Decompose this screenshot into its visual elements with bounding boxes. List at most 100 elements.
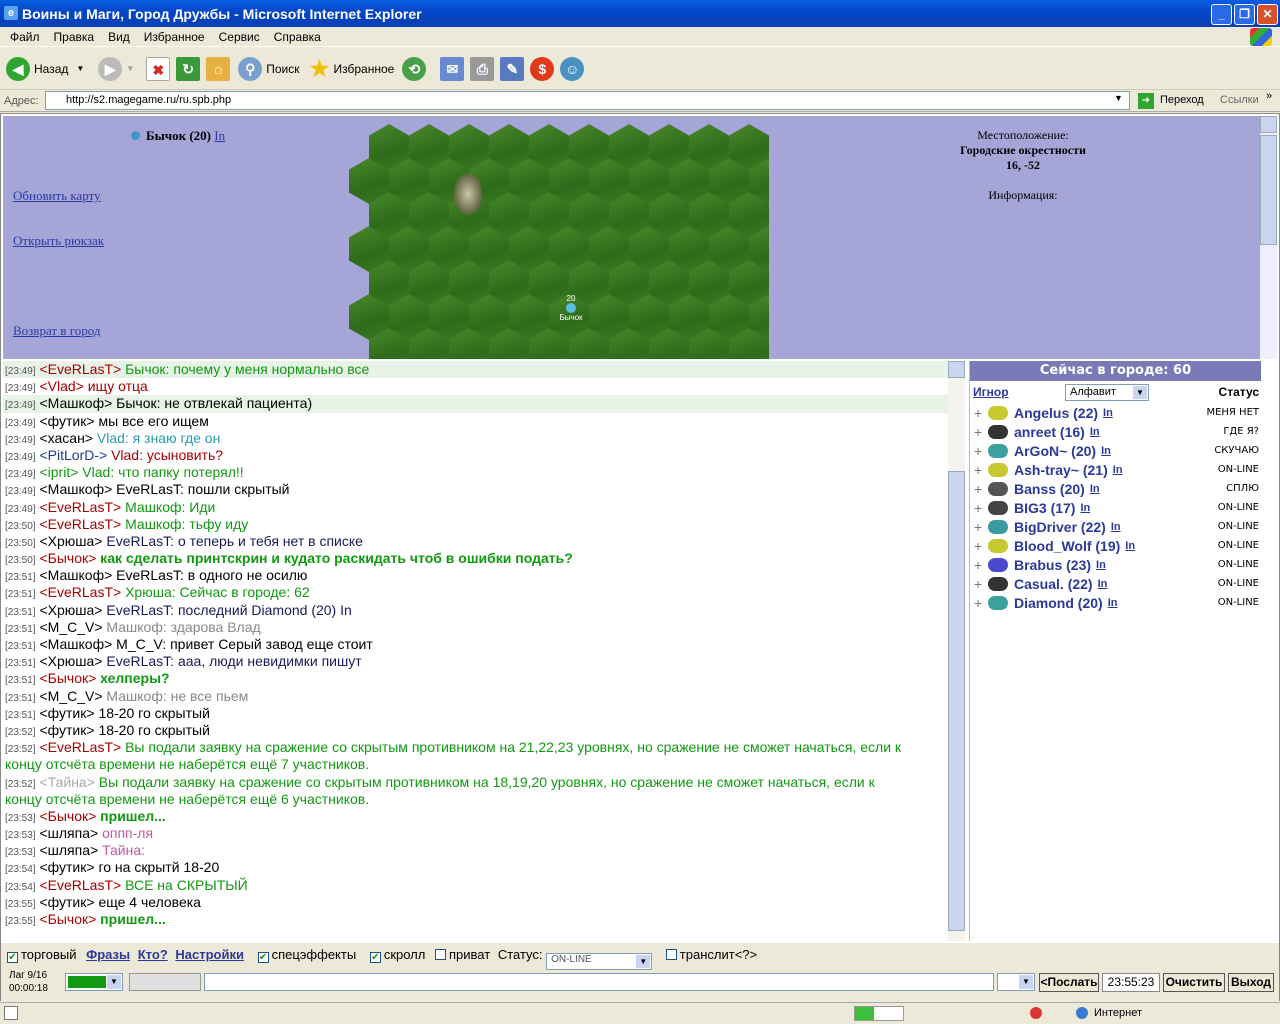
user-in-link[interactable]: In <box>1090 426 1100 438</box>
refresh-button[interactable]: ↻ <box>176 56 201 81</box>
menu-favorites[interactable]: Избранное <box>144 30 205 44</box>
scroll-thumb[interactable] <box>948 471 965 931</box>
player-in-link[interactable]: In <box>214 128 225 143</box>
chat-nick[interactable]: <M_C_V> <box>39 688 102 704</box>
edit-button[interactable]: ✎ <box>500 56 525 81</box>
user-name[interactable]: BigDriver (22) <box>1014 519 1106 535</box>
go-button[interactable]: Переход <box>1160 94 1204 106</box>
trade-checkbox[interactable]: ✔ <box>7 952 18 963</box>
chat-nick[interactable]: <PitLorD-> <box>39 447 107 463</box>
chat-nick[interactable]: <EveRLasT> <box>39 516 121 532</box>
chat-nick[interactable]: <Бычок> <box>39 670 96 686</box>
user-row[interactable]: + BIG3 (17) In ON-LINE <box>970 498 1261 517</box>
user-in-link[interactable]: In <box>1111 521 1121 533</box>
chat-nick[interactable]: <Машкоф> <box>39 567 112 583</box>
menu-tools[interactable]: Сервис <box>219 30 260 44</box>
refresh-map-link[interactable]: Обновить карту <box>13 188 101 204</box>
effects-checkbox[interactable]: ✔ <box>257 952 269 963</box>
menu-edit[interactable]: Правка <box>54 30 95 44</box>
user-row[interactable]: + Ash-tray~ (21) In ON-LINE <box>970 460 1261 479</box>
user-in-link[interactable]: In <box>1125 540 1135 552</box>
scroll-up-icon[interactable] <box>1260 116 1277 133</box>
scroll-checkbox[interactable]: ✔ <box>369 952 381 963</box>
map-frame-scrollbar[interactable] <box>1260 116 1277 359</box>
ignore-link[interactable]: Игнор <box>973 385 1009 399</box>
sort-select[interactable]: Алфавит ▼ <box>1065 383 1149 401</box>
chat-nick[interactable]: <Машкоф> <box>39 636 112 652</box>
chat-nick[interactable]: <EveRLasT> <box>39 877 121 893</box>
chat-nick[interactable]: <iprit> <box>39 464 78 480</box>
smiley-select[interactable]: ▼ <box>997 973 1035 991</box>
recipient-field[interactable] <box>129 973 201 991</box>
chat-nick[interactable]: <футик> <box>39 894 94 910</box>
print-button[interactable]: ⎙ <box>470 56 495 81</box>
user-name[interactable]: Diamond (20) <box>1014 595 1103 611</box>
chat-nick[interactable]: <Бычок> <box>39 550 96 566</box>
expand-plus-icon[interactable]: + <box>974 424 988 440</box>
back-button[interactable]: ◀ Назад ▼ <box>6 56 84 81</box>
search-button[interactable]: ⚲ Поиск <box>238 56 300 81</box>
chat-nick[interactable]: <M_C_V> <box>39 619 102 635</box>
links-button[interactable]: Ссылки <box>1220 94 1259 106</box>
links-more-icon[interactable]: » <box>1266 90 1272 102</box>
user-in-link[interactable]: In <box>1080 502 1090 514</box>
user-name[interactable]: Casual. (22) <box>1014 576 1093 592</box>
user-in-link[interactable]: In <box>1096 559 1106 571</box>
user-in-link[interactable]: In <box>1090 483 1100 495</box>
expand-plus-icon[interactable]: + <box>974 576 988 592</box>
player-marker[interactable]: 20 Бычок <box>555 294 587 322</box>
chat-nick[interactable]: <Тайна> <box>39 774 94 790</box>
home-button[interactable]: ⌂ <box>206 56 231 81</box>
translit-checkbox[interactable] <box>665 949 677 960</box>
open-backpack-link[interactable]: Открыть рюкзак <box>13 233 104 249</box>
user-name[interactable]: Ash-tray~ (21) <box>1014 462 1108 478</box>
expand-plus-icon[interactable]: + <box>974 500 988 516</box>
chat-nick[interactable]: <шляпа> <box>39 825 98 841</box>
user-row[interactable]: + Banss (20) In СПЛЮ <box>970 479 1261 498</box>
chat-scrollbar[interactable] <box>948 361 965 941</box>
user-row[interactable]: + anreet (16) In ГДЕ Я? <box>970 422 1261 441</box>
chat-nick[interactable]: <EveRLasT> <box>39 739 121 755</box>
user-name[interactable]: BIG3 (17) <box>1014 500 1075 516</box>
user-row[interactable]: + BigDriver (22) In ON-LINE <box>970 517 1261 536</box>
address-dropdown-icon[interactable]: ▼ <box>1114 93 1123 103</box>
user-row[interactable]: + ArGoN~ (20) In СКУЧАЮ <box>970 441 1261 460</box>
settings-link[interactable]: Настройки <box>175 947 244 962</box>
user-name[interactable]: Banss (20) <box>1014 481 1085 497</box>
chat-nick[interactable]: <Хрюша> <box>39 533 102 549</box>
user-row[interactable]: + Diamond (20) In ON-LINE <box>970 593 1261 612</box>
messenger-button[interactable]: ☺ <box>560 56 585 81</box>
user-name[interactable]: Blood_Wolf (19) <box>1014 538 1120 554</box>
expand-plus-icon[interactable]: + <box>974 481 988 497</box>
chat-nick[interactable]: <шляпа> <box>39 842 98 858</box>
user-name[interactable]: anreet (16) <box>1014 424 1085 440</box>
chat-nick[interactable]: <хасан> <box>39 430 93 446</box>
hex-map[interactable]: 20 Бычок <box>349 124 769 359</box>
expand-plus-icon[interactable]: + <box>974 538 988 554</box>
user-name[interactable]: Brabus (23) <box>1014 557 1091 573</box>
return-to-city-link[interactable]: Возврат в город <box>13 323 100 339</box>
chat-nick[interactable]: <Бычок> <box>39 808 96 824</box>
user-in-link[interactable]: In <box>1101 445 1111 457</box>
phrases-link[interactable]: Фразы <box>86 947 130 962</box>
chat-nick[interactable]: <Хрюша> <box>39 653 102 669</box>
menu-file[interactable]: Файл <box>10 30 40 44</box>
user-row[interactable]: + Casual. (22) In ON-LINE <box>970 574 1261 593</box>
chat-nick[interactable]: <Машкоф> <box>39 395 112 411</box>
chat-nick[interactable]: <Бычок> <box>39 911 96 927</box>
private-checkbox[interactable] <box>434 949 446 960</box>
clear-button[interactable]: Очистить <box>1163 973 1225 992</box>
user-row[interactable]: + Angelus (22) In МЕНЯ НЕТ <box>970 403 1261 422</box>
user-row[interactable]: + Blood_Wolf (19) In ON-LINE <box>970 536 1261 555</box>
history-button[interactable]: ⟲ <box>402 56 427 81</box>
scroll-up-icon[interactable] <box>948 361 965 378</box>
maximize-button[interactable]: ❐ <box>1234 4 1255 25</box>
user-row[interactable]: + Brabus (23) In ON-LINE <box>970 555 1261 574</box>
chat-nick[interactable]: <футик> <box>39 413 94 429</box>
expand-plus-icon[interactable]: + <box>974 519 988 535</box>
stop-button[interactable]: ✖ <box>146 56 171 81</box>
money-button[interactable]: $ <box>530 56 555 81</box>
scroll-thumb[interactable] <box>1260 135 1277 245</box>
menu-view[interactable]: Вид <box>108 30 130 44</box>
user-name[interactable]: Angelus (22) <box>1014 405 1098 421</box>
